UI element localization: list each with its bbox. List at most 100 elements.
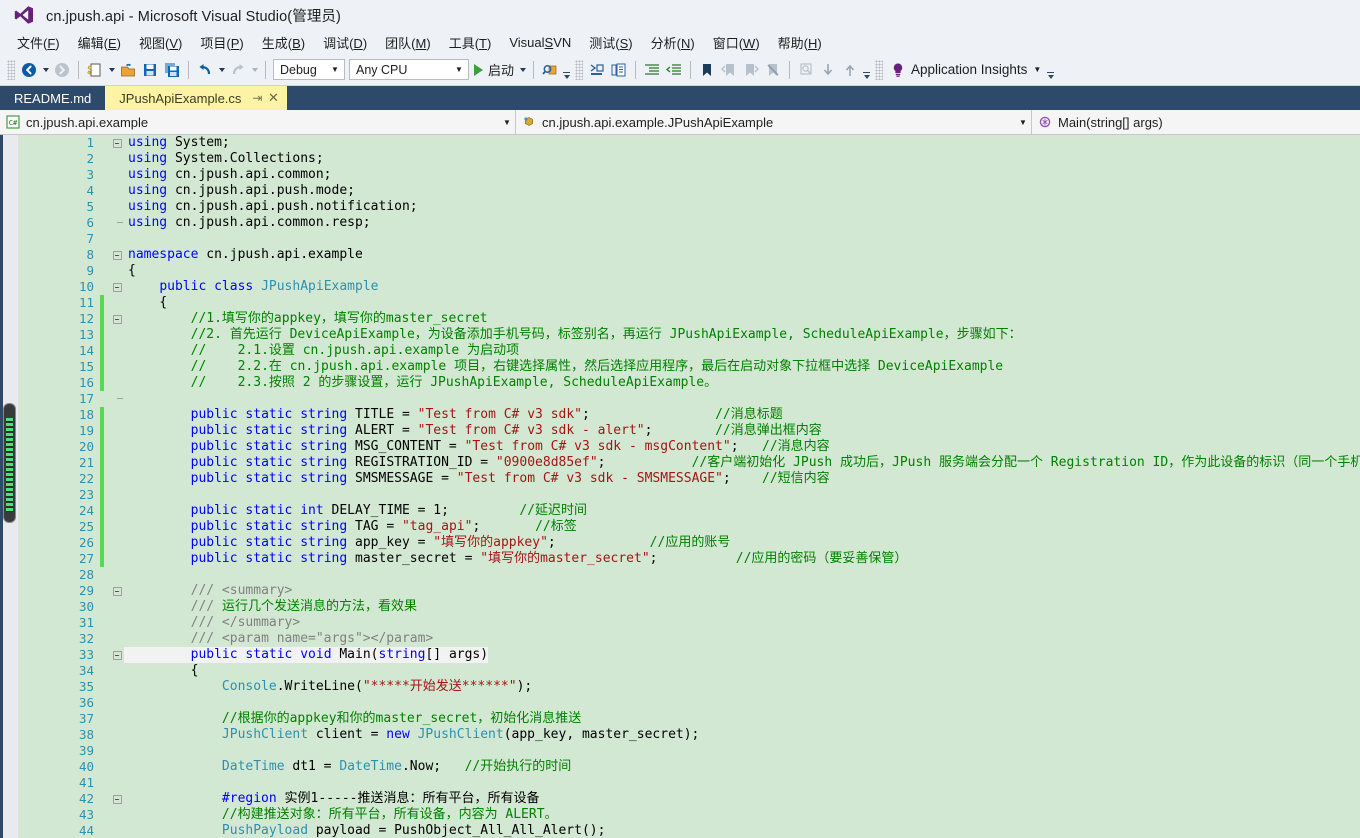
code-line[interactable]: 44 PushPayload payload = PushObject_All_… — [58, 823, 1360, 838]
code-line[interactable]: 14 // 2.1.设置 cn.jpush.api.example 为启动项 — [58, 343, 1360, 359]
code-line[interactable]: 21 public static string REGISTRATION_ID … — [58, 455, 1360, 471]
menu-item-12[interactable]: 帮助(H) — [769, 31, 831, 54]
code-line[interactable]: 25 public static string TAG = "tag_api";… — [58, 519, 1360, 535]
code-line[interactable]: 24 public static int DELAY_TIME = 1; //延… — [58, 503, 1360, 519]
menu-item-11[interactable]: 窗口(W) — [704, 31, 769, 54]
code-line[interactable]: 38 JPushClient client = new JPushClient(… — [58, 727, 1360, 743]
new-project-dropdown[interactable] — [106, 59, 117, 81]
menu-item-3[interactable]: 项目(P) — [191, 31, 252, 54]
toggle-bookmark-icon[interactable] — [696, 59, 718, 81]
solution-platform-combo[interactable]: Any CPU ▼ — [349, 59, 469, 80]
redo-dropdown[interactable] — [249, 59, 260, 81]
start-debug-dropdown[interactable] — [517, 59, 528, 81]
code-line[interactable]: 30 /// 运行几个发送消息的方法，看效果 — [58, 599, 1360, 615]
fold-indicator[interactable] — [110, 314, 124, 324]
code-line[interactable]: 8 namespace cn.jpush.api.example — [58, 247, 1360, 263]
uncomment-selection-icon[interactable] — [608, 59, 630, 81]
fold-indicator[interactable] — [110, 586, 124, 596]
code-line[interactable]: 12 //1.填写你的appkey，填写你的master_secret — [58, 311, 1360, 327]
menu-item-6[interactable]: 团队(M) — [376, 31, 440, 54]
toolbar-overflow-button[interactable] — [1045, 58, 1056, 82]
code-line[interactable]: 4 using cn.jpush.api.push.mode; — [58, 183, 1360, 199]
next-bookmark-icon[interactable] — [740, 59, 762, 81]
collapse-minus-icon[interactable] — [112, 314, 122, 324]
code-lines-container[interactable]: 1 using System; 2 using System.Collections;… — [58, 135, 1360, 838]
previous-bookmark-icon[interactable] — [718, 59, 740, 81]
start-debug-button[interactable]: 启动 — [471, 59, 517, 81]
collapse-minus-icon[interactable] — [112, 282, 122, 292]
code-line[interactable]: 6 using cn.jpush.api.common.resp; — [58, 215, 1360, 231]
fold-indicator[interactable] — [110, 250, 124, 260]
document-tab-0[interactable]: README.md — [0, 86, 106, 110]
navbar-member-combo[interactable]: Main(string[] args) — [1032, 110, 1360, 134]
collapse-minus-icon[interactable] — [112, 650, 122, 660]
code-line[interactable]: 20 public static string MSG_CONTENT = "T… — [58, 439, 1360, 455]
collapse-minus-icon[interactable] — [112, 250, 122, 260]
clear-bookmarks-icon[interactable] — [762, 59, 784, 81]
code-line[interactable]: 28 — [58, 567, 1360, 583]
undo-dropdown[interactable] — [216, 59, 227, 81]
code-line[interactable]: 10 public class JPushApiExample — [58, 279, 1360, 295]
save-icon[interactable] — [139, 59, 161, 81]
navigate-forward-icon[interactable] — [51, 59, 73, 81]
code-line[interactable]: 2 using System.Collections; — [58, 151, 1360, 167]
code-line[interactable]: 1 using System; — [58, 135, 1360, 151]
new-project-icon[interactable] — [84, 59, 106, 81]
fold-indicator[interactable] — [110, 282, 124, 292]
collapse-minus-icon[interactable] — [112, 138, 122, 148]
fold-indicator[interactable] — [110, 138, 124, 148]
vertical-scrollbar[interactable] — [0, 135, 18, 838]
navbar-class-combo[interactable]: cn.jpush.api.example.JPushApiExample ▼ — [516, 110, 1032, 134]
open-file-icon[interactable] — [117, 59, 139, 81]
code-line[interactable]: 13 //2. 首先运行 DeviceApiExample，为设备添加手机号码，… — [58, 327, 1360, 343]
toolbar-overflow-button[interactable] — [861, 58, 872, 82]
menu-item-5[interactable]: 调试(D) — [314, 31, 376, 54]
code-line[interactable]: 16 // 2.3.按照 2 的步骤设置，运行 JPushApiExample,… — [58, 375, 1360, 391]
document-tab-1[interactable]: JPushApiExample.cs ⇥ ✕ — [105, 86, 288, 110]
code-line[interactable]: 32 /// <param name="args"></param> — [58, 631, 1360, 647]
code-line[interactable]: 3 using cn.jpush.api.common; — [58, 167, 1360, 183]
toolbar-grip[interactable] — [7, 59, 15, 80]
code-line[interactable]: 33 public static void Main(string[] args… — [58, 647, 1360, 663]
fold-indicator[interactable] — [110, 794, 124, 804]
toolbar-overflow-button[interactable] — [561, 58, 572, 82]
code-line[interactable]: 18 public static string TITLE = "Test fr… — [58, 407, 1360, 423]
find-next-icon[interactable] — [817, 59, 839, 81]
increase-indent-icon[interactable] — [641, 59, 663, 81]
code-line[interactable]: 26 public static string app_key = "填写你的a… — [58, 535, 1360, 551]
decrease-indent-icon[interactable] — [663, 59, 685, 81]
code-line[interactable]: 36 — [58, 695, 1360, 711]
code-line[interactable]: 31 /// </summary> — [58, 615, 1360, 631]
code-line[interactable]: 19 public static string ALERT = "Test fr… — [58, 423, 1360, 439]
navigate-back-dropdown[interactable] — [40, 59, 51, 81]
menu-item-4[interactable]: 生成(B) — [253, 31, 314, 54]
find-previous-icon[interactable] — [839, 59, 861, 81]
code-line[interactable]: 34 { — [58, 663, 1360, 679]
application-insights-button[interactable]: Application Insights ▼ — [886, 58, 1045, 82]
code-line[interactable]: 7 — [58, 231, 1360, 247]
toolbar-grip[interactable] — [575, 59, 584, 80]
code-line[interactable]: 9{ — [58, 263, 1360, 279]
code-line[interactable]: 11 { — [58, 295, 1360, 311]
comment-selection-icon[interactable] — [586, 59, 608, 81]
code-line[interactable]: 43 //构建推送对象：所有平台，所有设备，内容为 ALERT。 — [58, 807, 1360, 823]
code-line[interactable]: 23 — [58, 487, 1360, 503]
navbar-namespace-combo[interactable]: C# cn.jpush.api.example ▼ — [0, 110, 516, 134]
solution-configuration-combo[interactable]: Debug ▼ — [273, 59, 345, 80]
code-line[interactable]: 42 #region 实例1-----推送消息：所有平台，所有设备 — [58, 791, 1360, 807]
code-line[interactable]: 22 public static string SMSMESSAGE = "Te… — [58, 471, 1360, 487]
code-line[interactable]: 27 public static string master_secret = … — [58, 551, 1360, 567]
code-line[interactable]: 37 //根据你的appkey和你的master_secret，初始化消息推送 — [58, 711, 1360, 727]
code-line[interactable]: 41 — [58, 775, 1360, 791]
navigate-back-icon[interactable] — [18, 59, 40, 81]
code-line[interactable]: 17 — [58, 391, 1360, 407]
code-line[interactable]: 40 DateTime dt1 = DateTime.Now; //开始执行的时… — [58, 759, 1360, 775]
toolbar-grip[interactable] — [875, 59, 884, 80]
menu-item-2[interactable]: 视图(V) — [130, 31, 191, 54]
code-line[interactable]: 15 // 2.2.在 cn.jpush.api.example 项目，右键选择… — [58, 359, 1360, 375]
fold-indicator[interactable] — [110, 650, 124, 660]
code-line[interactable]: 39 — [58, 743, 1360, 759]
collapse-minus-icon[interactable] — [112, 586, 122, 596]
code-line[interactable]: 29 /// <summary> — [58, 583, 1360, 599]
code-line[interactable]: 35 Console.WriteLine("*****开始发送******"); — [58, 679, 1360, 695]
